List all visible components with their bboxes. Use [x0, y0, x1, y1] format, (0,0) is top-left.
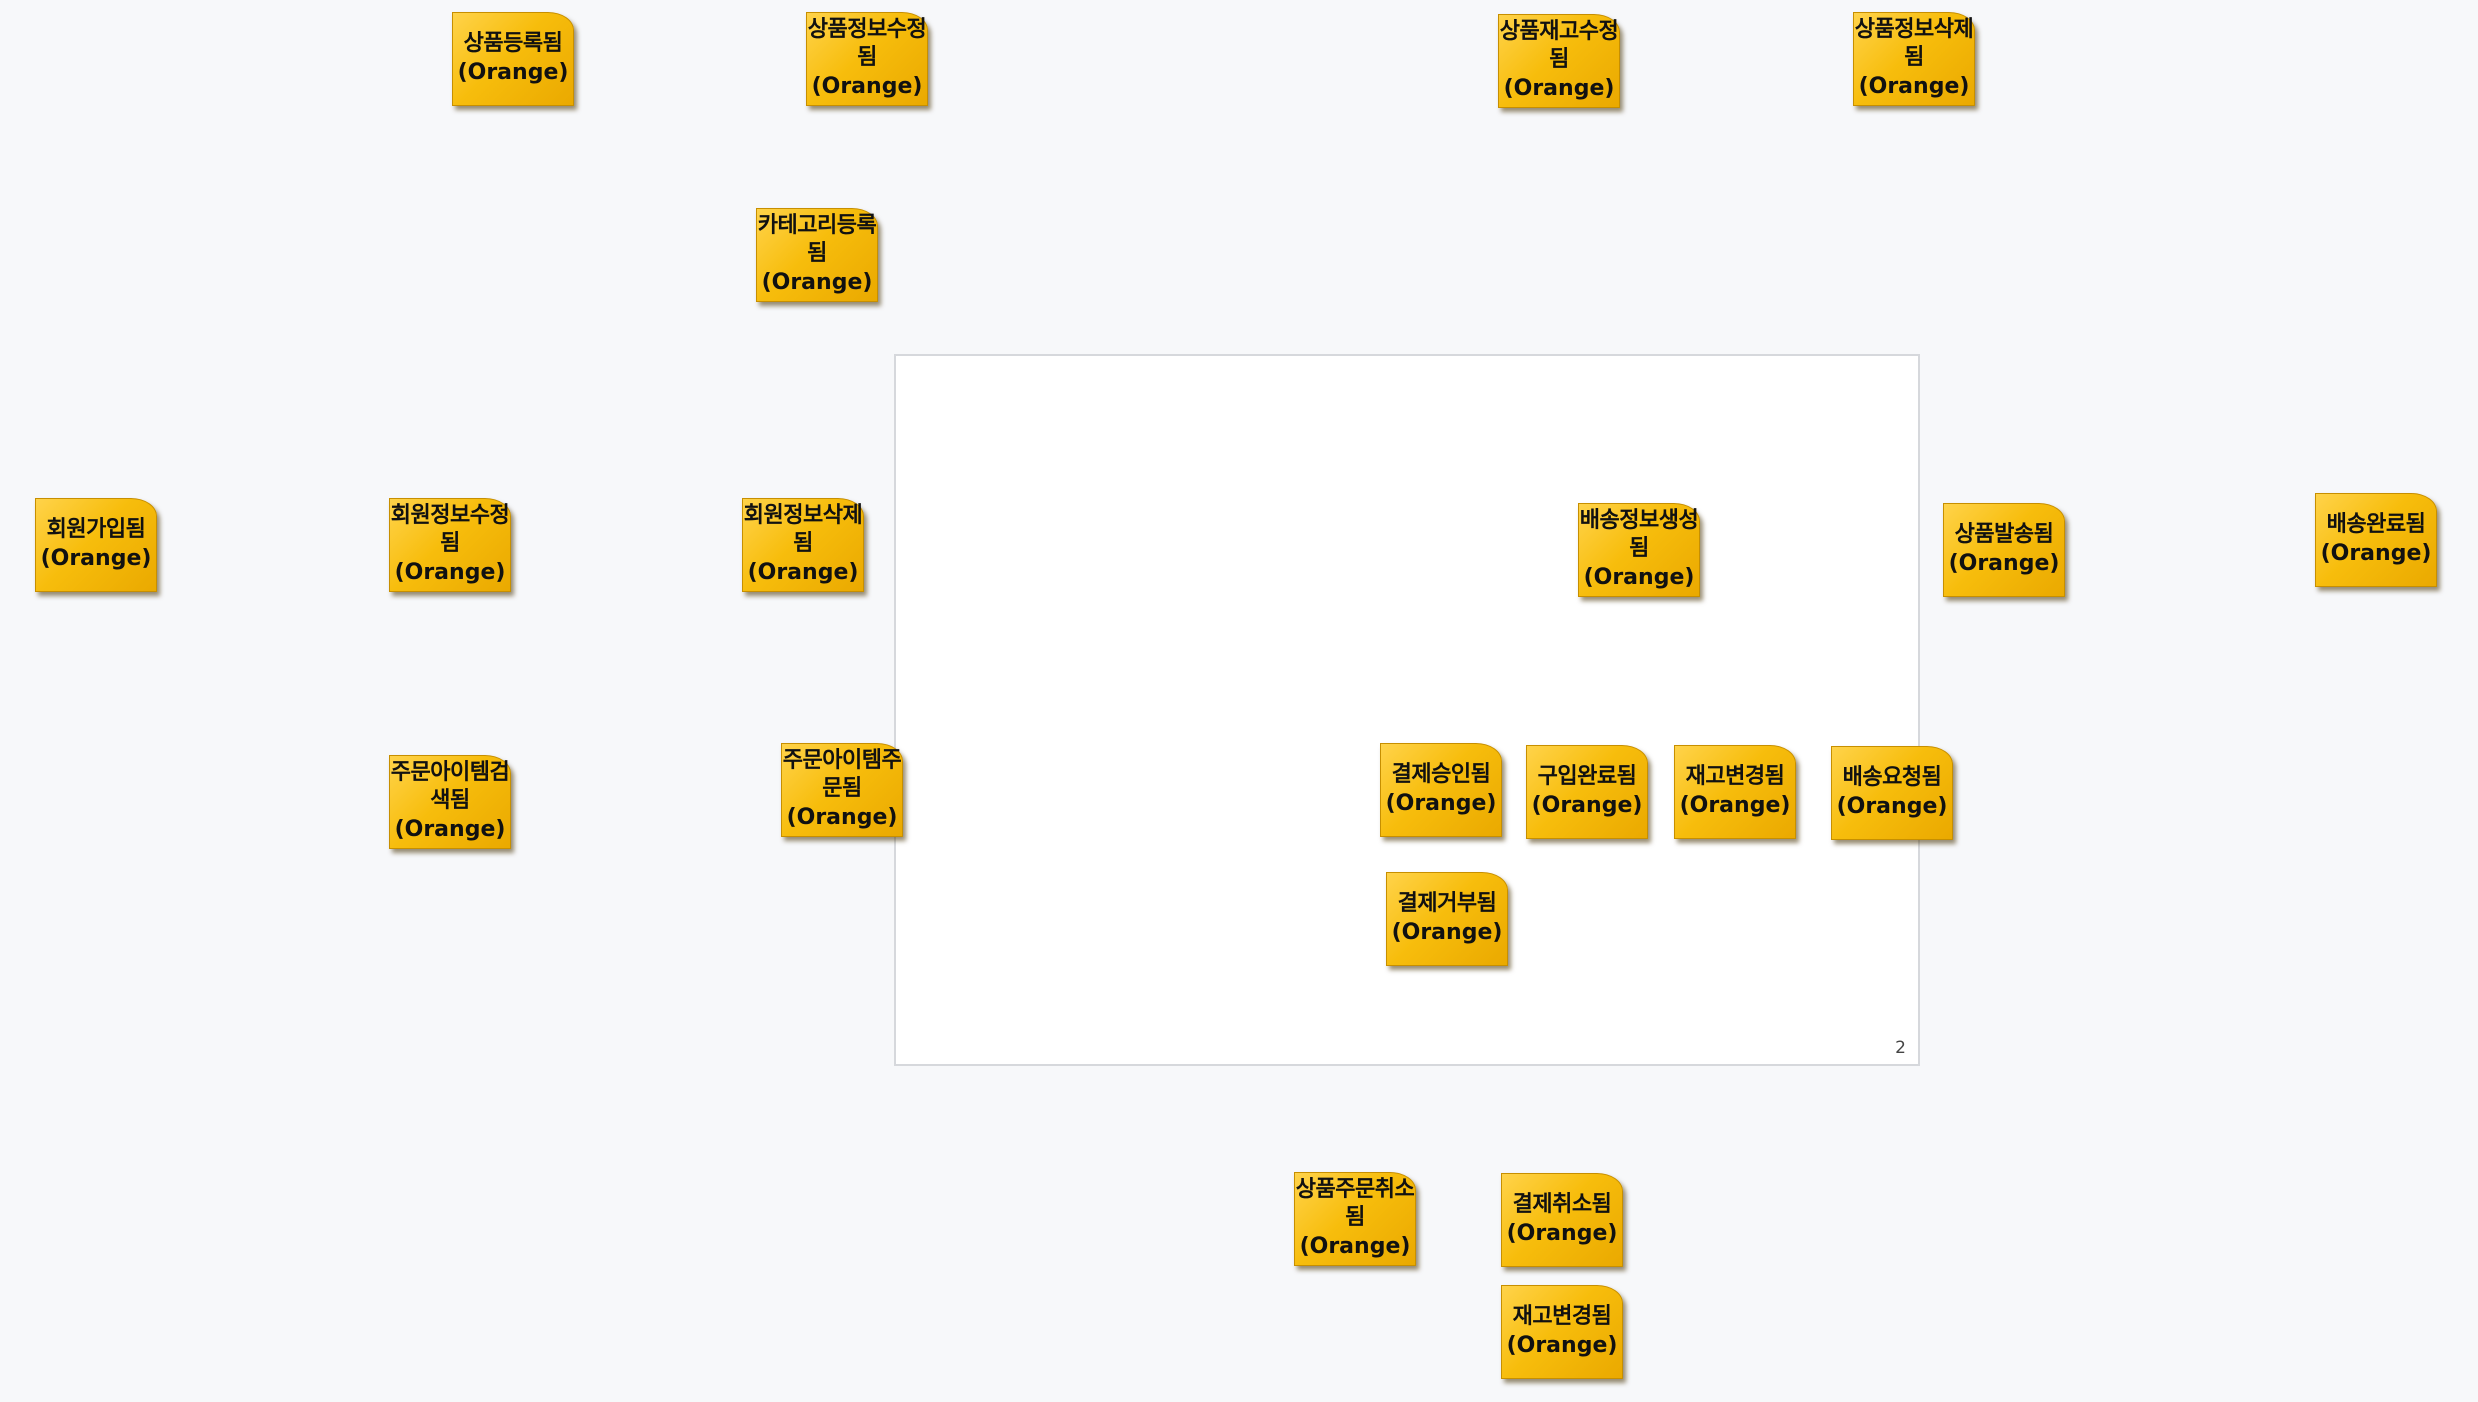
sticky-note[interactable]: 상품재고수정됨 (Orange)	[1498, 14, 1620, 108]
sticky-label: 카테고리등록됨	[757, 213, 877, 266]
sticky-type: (Orange)	[394, 817, 506, 842]
sticky-note[interactable]: 주문아이템검색됨 (Orange)	[389, 755, 511, 849]
sticky-note[interactable]: 상품주문취소됨 (Orange)	[1294, 1172, 1416, 1266]
sticky-label: 상품주문취소됨	[1295, 1177, 1415, 1230]
sticky-label: 상품정보삭제됨	[1854, 17, 1974, 70]
sticky-label: 상품재고수정됨	[1499, 19, 1619, 72]
sticky-label: 배송완료됨	[2326, 512, 2426, 537]
sticky-type: (Orange)	[1385, 791, 1497, 816]
sticky-note[interactable]: 결제거부됨 (Orange)	[1386, 872, 1508, 966]
sticky-type: (Orange)	[1836, 794, 1948, 819]
sticky-label: 주문아이템검색됨	[390, 760, 510, 813]
sticky-type: (Orange)	[811, 74, 923, 99]
sticky-note[interactable]: 결제취소됨 (Orange)	[1501, 1173, 1623, 1267]
sticky-type: (Orange)	[1391, 920, 1503, 945]
sticky-note[interactable]: 배송완료됨 (Orange)	[2315, 493, 2437, 587]
sticky-type: (Orange)	[1506, 1333, 1618, 1358]
sticky-label: 회원정보삭제됨	[743, 503, 863, 556]
page-number: 2	[1895, 1038, 1906, 1058]
sticky-type: (Orange)	[457, 60, 569, 85]
sticky-type: (Orange)	[786, 805, 898, 830]
sticky-label: 상품등록됨	[463, 31, 563, 56]
sticky-type: (Orange)	[747, 560, 859, 585]
sticky-type: (Orange)	[1948, 551, 2060, 576]
sticky-label: 결제거부됨	[1397, 891, 1497, 916]
sticky-note[interactable]: 재고변경됨 (Orange)	[1674, 745, 1796, 839]
sticky-note[interactable]: 결제승인됨 (Orange)	[1380, 743, 1502, 837]
sticky-type: (Orange)	[1858, 74, 1970, 99]
sticky-label: 상품정보수정됨	[807, 17, 927, 70]
sticky-note[interactable]: 카테고리등록됨 (Orange)	[756, 208, 878, 302]
sticky-label: 회원가입됨	[46, 517, 146, 542]
sticky-type: (Orange)	[2320, 541, 2432, 566]
sticky-label: 결제취소됨	[1512, 1192, 1612, 1217]
sticky-note[interactable]: 회원정보삭제됨 (Orange)	[742, 498, 864, 592]
sticky-label: 재고변경됨	[1512, 1304, 1612, 1329]
sticky-type: (Orange)	[761, 270, 873, 295]
sticky-type: (Orange)	[1506, 1221, 1618, 1246]
sticky-type: (Orange)	[1531, 793, 1643, 818]
sticky-type: (Orange)	[1679, 793, 1791, 818]
sticky-note[interactable]: 상품정보수정됨 (Orange)	[806, 12, 928, 106]
sticky-note[interactable]: 재고변경됨 (Orange)	[1501, 1285, 1623, 1379]
sticky-note[interactable]: 상품정보삭제됨 (Orange)	[1853, 12, 1975, 106]
sticky-label: 재고변경됨	[1685, 764, 1785, 789]
sticky-type: (Orange)	[1583, 565, 1695, 590]
sticky-label: 결제승인됨	[1391, 762, 1491, 787]
sticky-type: (Orange)	[394, 560, 506, 585]
sticky-note[interactable]: 상품등록됨 (Orange)	[452, 12, 574, 106]
sticky-note[interactable]: 배송요청됨 (Orange)	[1831, 746, 1953, 840]
sticky-note[interactable]: 배송정보생성됨 (Orange)	[1578, 503, 1700, 597]
sticky-note[interactable]: 상품발송됨 (Orange)	[1943, 503, 2065, 597]
sticky-note[interactable]: 주문아이템주문됨 (Orange)	[781, 743, 903, 837]
sticky-note[interactable]: 회원가입됨 (Orange)	[35, 498, 157, 592]
sticky-label: 상품발송됨	[1954, 522, 2054, 547]
sticky-note[interactable]: 회원정보수정됨 (Orange)	[389, 498, 511, 592]
sticky-label: 회원정보수정됨	[390, 503, 510, 556]
sticky-type: (Orange)	[1503, 76, 1615, 101]
sticky-label: 구입완료됨	[1537, 764, 1637, 789]
sticky-type: (Orange)	[40, 546, 152, 571]
sticky-note[interactable]: 구입완료됨 (Orange)	[1526, 745, 1648, 839]
sticky-type: (Orange)	[1299, 1234, 1411, 1259]
sticky-label: 주문아이템주문됨	[782, 748, 902, 801]
sticky-label: 배송정보생성됨	[1579, 508, 1699, 561]
sticky-label: 배송요청됨	[1842, 765, 1942, 790]
